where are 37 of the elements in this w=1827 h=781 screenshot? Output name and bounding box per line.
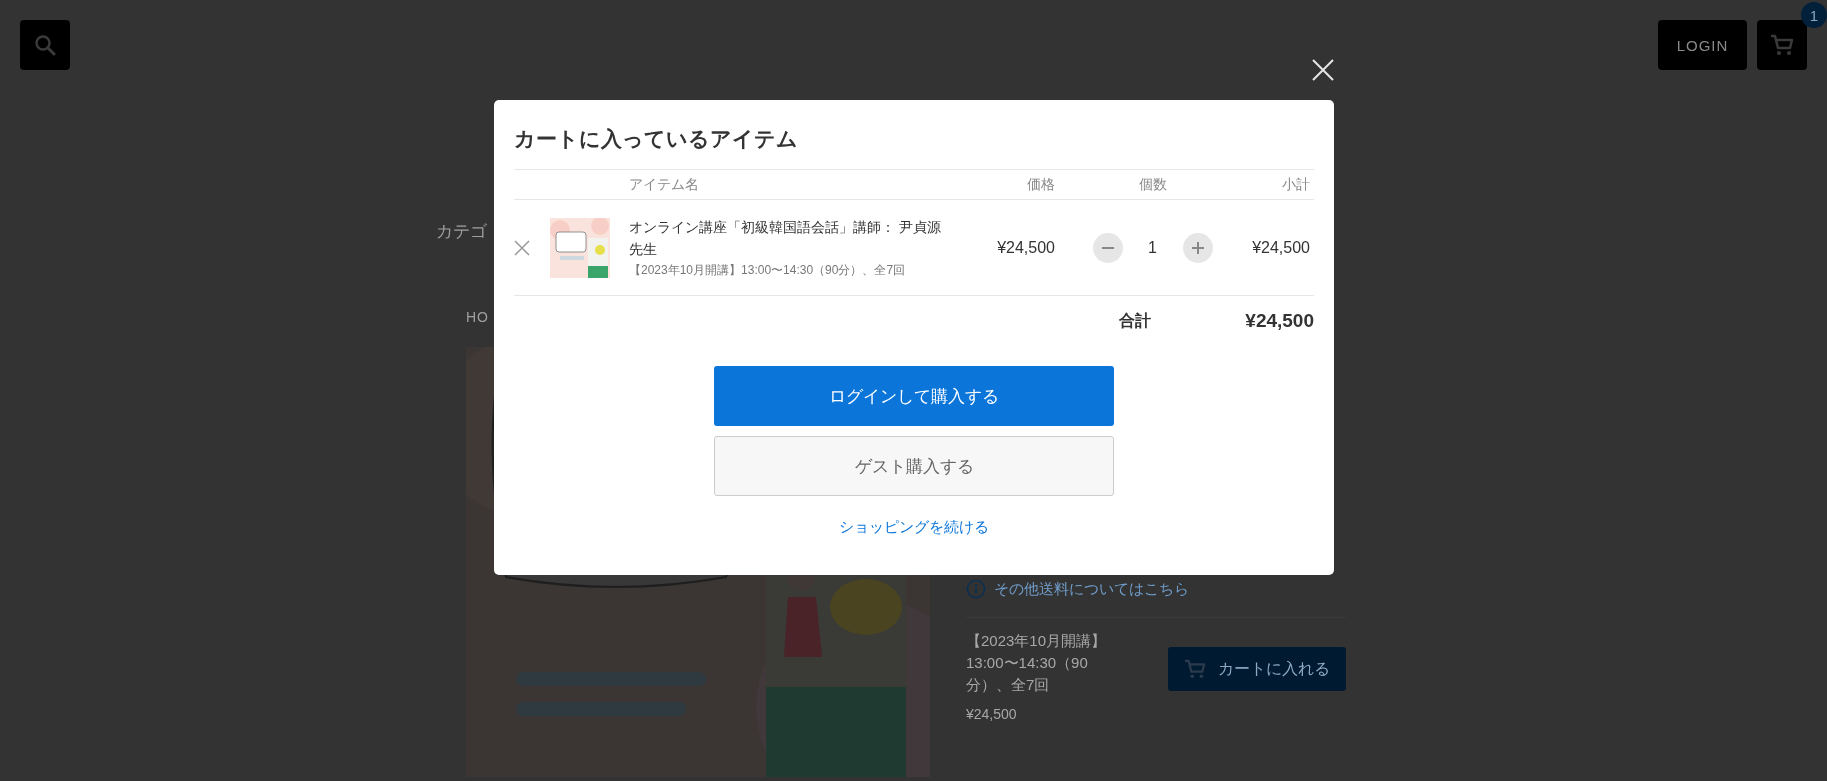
continue-shopping-link[interactable]: ショッピングを続ける <box>839 518 989 537</box>
close-icon <box>1312 59 1334 81</box>
item-price: ¥24,500 <box>996 238 1055 257</box>
add-to-cart-button[interactable]: カートに入れる <box>1168 647 1346 691</box>
column-header: アイテム名 <box>629 175 700 194</box>
close-button[interactable] <box>1312 59 1334 81</box>
column-header: 小計 <box>1281 175 1311 194</box>
login-button[interactable]: LOGIN <box>1658 20 1747 70</box>
info-icon <box>966 579 986 599</box>
plus-icon <box>1191 241 1204 254</box>
cart-count-badge: 1 <box>1801 2 1827 28</box>
dialog-title: カートに入っているアイテム <box>514 126 799 152</box>
option-text: 【2023年10月開講】13:00〜14:30（90分）、全7回 <box>966 631 1108 695</box>
shipping-info-link[interactable]: その他送料についてはこちら <box>966 579 1346 618</box>
increase-button[interactable] <box>1182 232 1213 263</box>
column-header: 個数 <box>1137 175 1168 194</box>
remove-button[interactable] <box>514 239 530 256</box>
close-icon <box>514 239 530 256</box>
total-amount: ¥24,500 <box>1245 310 1314 332</box>
category-label: カテゴ <box>436 221 488 243</box>
search-icon <box>34 34 56 56</box>
cart-button[interactable] <box>1757 20 1807 70</box>
decrease-button[interactable] <box>1092 232 1123 263</box>
breadcrumb-link[interactable]: HO <box>466 309 489 325</box>
search-button[interactable] <box>20 20 70 70</box>
cart-icon <box>1184 659 1206 679</box>
price-text: ¥24,500 <box>966 706 1018 722</box>
minus-icon <box>1101 246 1114 249</box>
column-header: 価格 <box>1026 175 1055 194</box>
item-option: 【2023年10月開講】13:00〜14:30（90分）、全7回 <box>629 262 946 279</box>
item-subtotal: ¥24,500 <box>1251 238 1311 257</box>
total-label: 合計 <box>1119 310 1152 331</box>
quantity-value: 1 <box>1147 238 1158 257</box>
item-name: オンライン講座「初級韓国語会話」講師： 尹貞源先生 <box>629 218 942 259</box>
cart-icon <box>1770 34 1794 56</box>
login-purchase-button[interactable]: ログインして購入する <box>714 366 1114 426</box>
guest-purchase-button[interactable]: ゲスト購入する <box>714 436 1114 496</box>
